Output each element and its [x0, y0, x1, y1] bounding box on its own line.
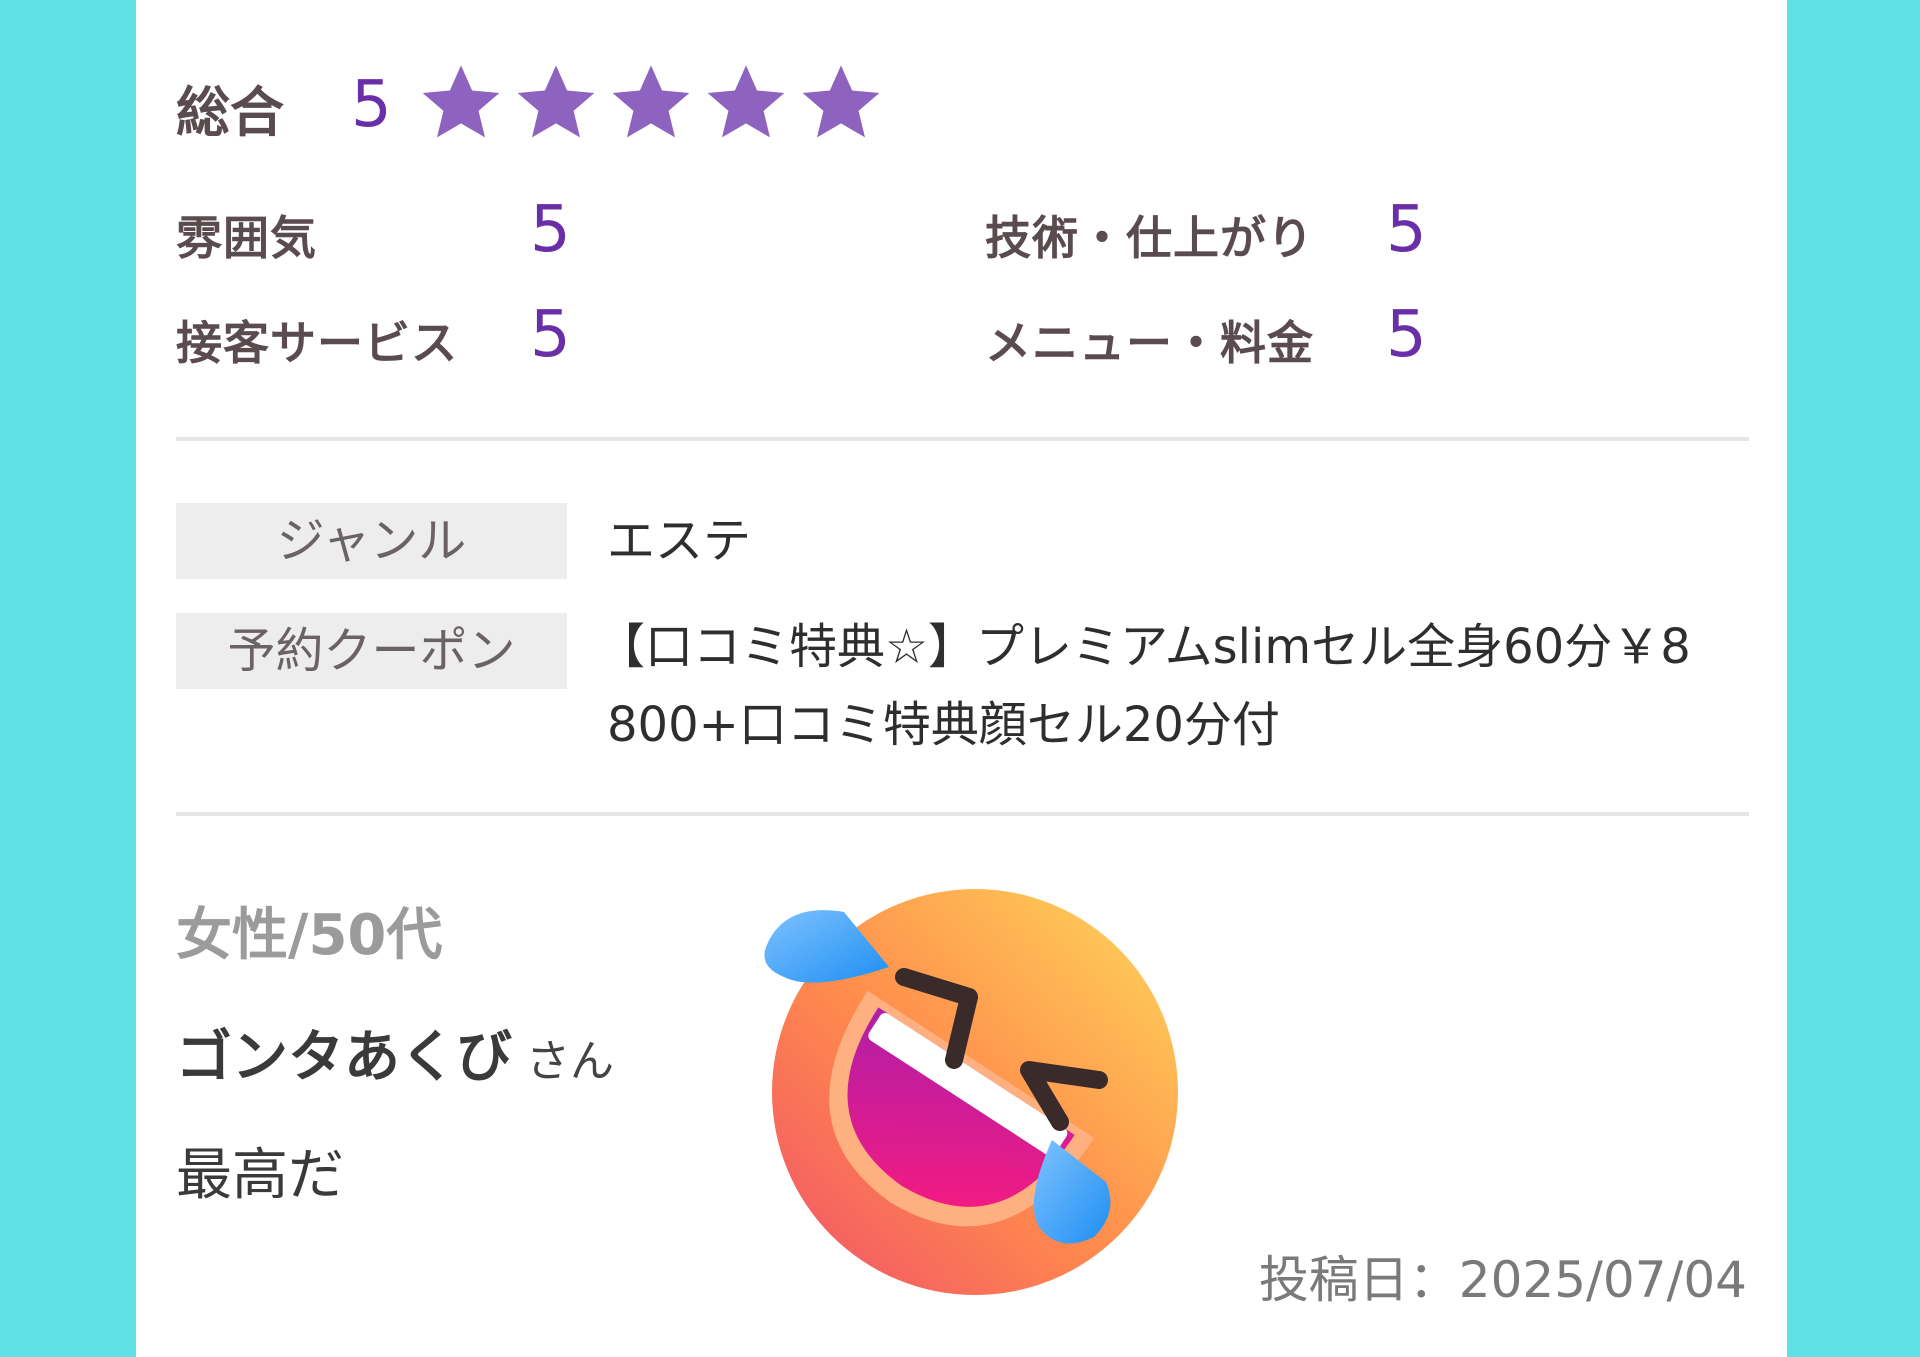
coupon-label: 予約クーポン: [176, 613, 567, 689]
rating-label-menu-price: メニュー・料金: [985, 316, 1314, 370]
coupon-line-1[interactable]: 【口コミ特典☆】プレミアムslimセル全身60分￥8: [597, 608, 1691, 686]
star-icon: [802, 65, 880, 138]
reviewer-name-row: ゴンタあくび さん: [176, 1012, 614, 1093]
overall-label: 総合: [176, 81, 284, 144]
star-icon: [422, 65, 500, 138]
genre-value: エステ: [607, 513, 752, 569]
review-comment: 最高だ: [176, 1143, 344, 1208]
rating-label-technique: 技術・仕上がり: [985, 211, 1314, 265]
coupon-line-2[interactable]: 800+口コミ特典顔セル20分付: [607, 686, 1280, 764]
genre-label: ジャンル: [176, 503, 567, 579]
divider: [176, 812, 1749, 816]
rating-score-menu-price: 5: [1386, 298, 1427, 372]
posted-date: 投稿日：2025/07/04: [1258, 1251, 1747, 1309]
rolling-on-floor-laughing-icon: [764, 889, 1178, 1295]
star-icon: [707, 65, 785, 138]
rating-score-technique: 5: [1386, 193, 1427, 267]
rating-label-atmosphere: 雰囲気: [176, 211, 317, 265]
overall-score: 5: [351, 68, 392, 142]
rating-score-service: 5: [530, 298, 571, 372]
star-icon: [612, 65, 690, 138]
reviewer-demographic: 女性/50代: [176, 903, 443, 968]
review-card: 総合 5 雰囲気 5 技術・仕上がり 5 接客サービス 5 メニュー・料金 5 …: [136, 0, 1787, 1357]
star-icon: [517, 65, 595, 138]
rating-label-service: 接客サービス: [176, 316, 458, 370]
reviewer-honorific: さん: [526, 1036, 614, 1087]
star-rating: [418, 60, 884, 146]
divider: [176, 437, 1749, 441]
rating-score-atmosphere: 5: [530, 193, 571, 267]
reviewer-name: ゴンタあくび: [176, 1025, 512, 1090]
